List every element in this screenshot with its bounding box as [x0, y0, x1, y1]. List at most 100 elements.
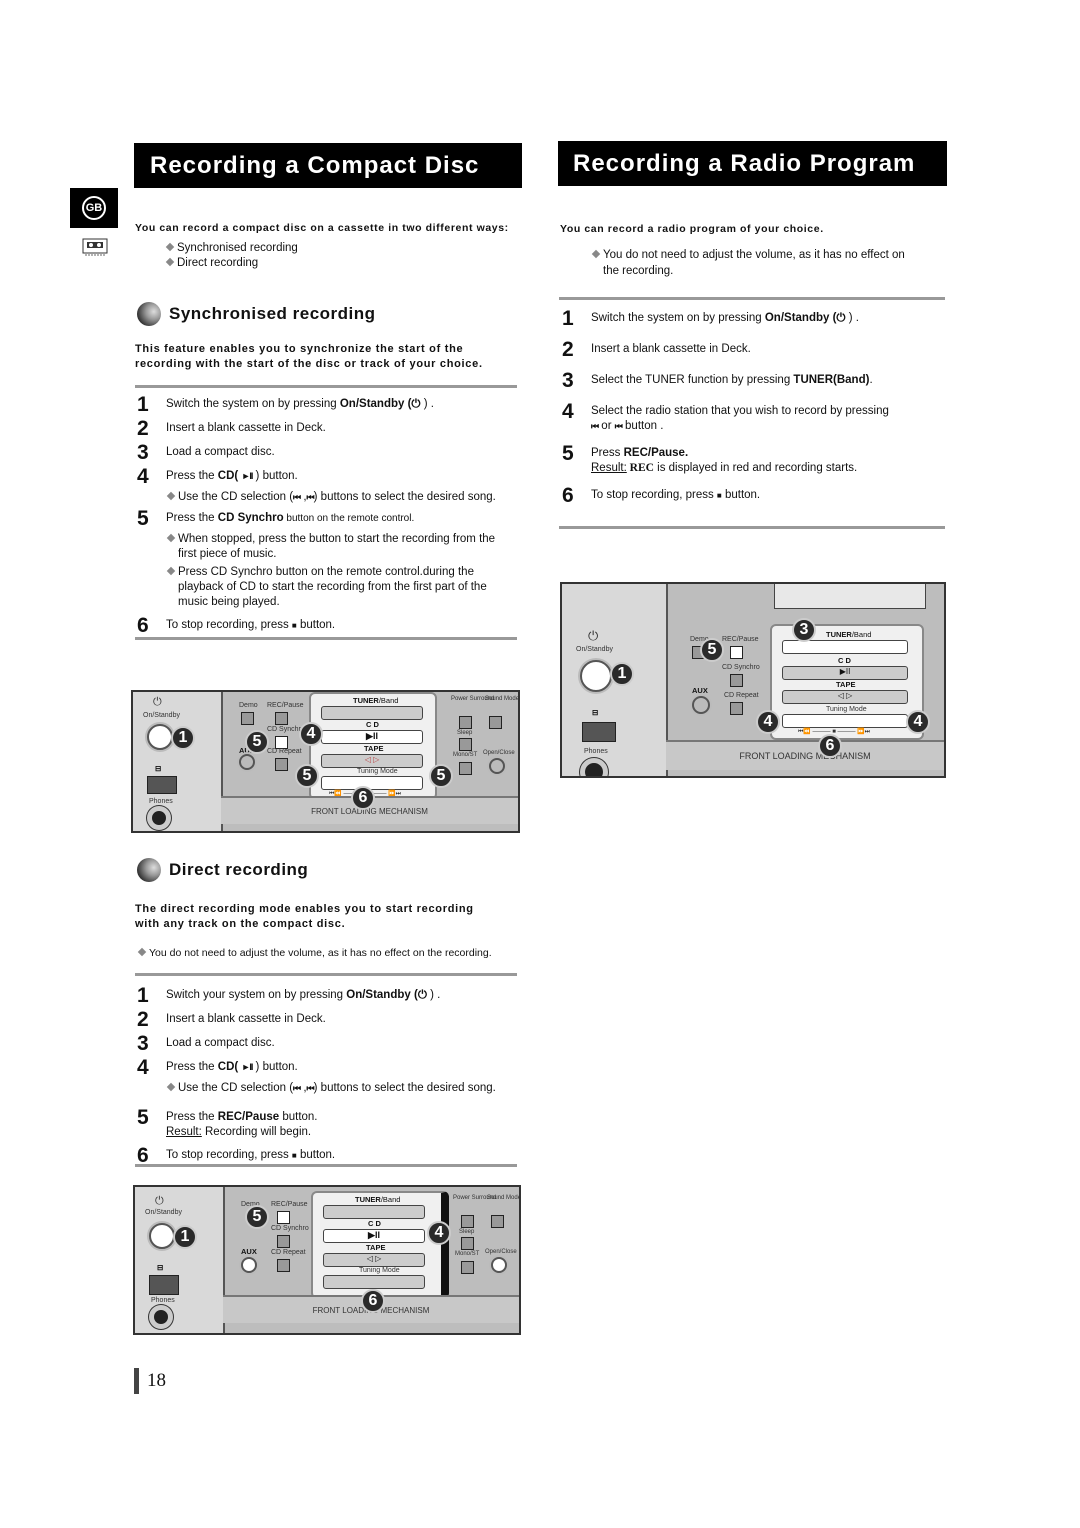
- on-standby-button[interactable]: [580, 660, 612, 692]
- cd-repeat-button[interactable]: [277, 1259, 290, 1272]
- open-close-button[interactable]: [491, 1257, 507, 1273]
- divider: [135, 385, 517, 388]
- eject-icon: ⊟: [592, 708, 599, 717]
- tape-slot[interactable]: ◁ ▷: [782, 690, 908, 704]
- step: 3 Select the TUNER function by pressing T…: [562, 369, 942, 392]
- step-text: Insert a blank cassette in Deck.: [166, 422, 326, 434]
- cd-play-slot[interactable]: ▶II: [782, 666, 908, 680]
- rec-pause-button[interactable]: [730, 646, 743, 659]
- step: 5 Press the REC/Pause button. Result: Reco…: [137, 1107, 527, 1140]
- sound-mode-button[interactable]: [489, 716, 502, 729]
- on-standby-label: On/Standby: [576, 646, 613, 653]
- cd-play-slot[interactable]: ▶II: [321, 730, 423, 744]
- phones-jack: [147, 806, 171, 830]
- cd-repeat-label: CD Repeat: [271, 1249, 306, 1256]
- power-surround-label: Power Surround: [451, 696, 495, 702]
- bullet-icon: [137, 947, 147, 957]
- text: ) .: [845, 312, 859, 324]
- aux-button[interactable]: [239, 754, 255, 770]
- tuner-slot[interactable]: [782, 640, 908, 654]
- text: ) button.: [252, 1061, 298, 1073]
- text: Use the CD selection (: [178, 1082, 294, 1094]
- step-number: 2: [562, 338, 574, 361]
- phones-label: Phones: [584, 748, 608, 755]
- step-text: Select the TUNER function by pressing TU…: [591, 371, 873, 388]
- text: ) buttons to select the desired song.: [313, 491, 496, 503]
- result-text: is displayed in red and recording starts…: [653, 462, 858, 474]
- mono-st-button[interactable]: [461, 1261, 474, 1274]
- way-item: Synchronised recording: [165, 242, 298, 254]
- tuning-slot[interactable]: [323, 1275, 425, 1289]
- callout-badge: 1: [173, 1225, 197, 1249]
- left-intro: You can record a compact disc on a casse…: [135, 222, 509, 234]
- desc-line: This feature enables you to synchronize …: [135, 343, 464, 355]
- sleep-button[interactable]: [459, 738, 472, 751]
- power-surround-button[interactable]: [461, 1215, 474, 1228]
- tuner-slot[interactable]: [321, 706, 423, 720]
- divider: [135, 973, 517, 976]
- callout-badge: 6: [361, 1289, 385, 1313]
- text: button.: [279, 1111, 318, 1123]
- rec-pause-button[interactable]: [277, 1211, 290, 1224]
- power-icon: ⏻: [588, 628, 599, 643]
- step-text: Insert a blank cassette in Deck.: [166, 1013, 326, 1025]
- callout-badge: 5: [295, 764, 319, 788]
- cd-synchro-button[interactable]: [277, 1235, 290, 1248]
- sleep-button[interactable]: [461, 1237, 474, 1250]
- on-standby-button[interactable]: [149, 1223, 175, 1249]
- tuner-band-label: TUNER/Band: [826, 630, 871, 639]
- phones-jack: [149, 1305, 173, 1329]
- text: .: [869, 374, 873, 386]
- step-number: 2: [137, 1008, 149, 1031]
- page-number-text: 18: [147, 1370, 166, 1391]
- step-number: 1: [562, 307, 574, 330]
- text: Press: [591, 447, 624, 459]
- mono-st-button[interactable]: [459, 762, 472, 775]
- step-number: 5: [137, 507, 149, 530]
- text: ) .: [420, 398, 434, 410]
- text: button.: [296, 619, 336, 631]
- cd-label: C D: [366, 720, 379, 729]
- sound-mode-button[interactable]: [491, 1215, 504, 1228]
- tape-slot[interactable]: ◁ ▷: [321, 754, 423, 768]
- power-surround-button[interactable]: [459, 716, 472, 729]
- tuner-slot[interactable]: [323, 1205, 425, 1219]
- text: TUNER: [355, 1195, 381, 1204]
- page-number-bar: [134, 1368, 139, 1394]
- step: 1 Switch the system on by pressing On/Sta…: [137, 394, 527, 415]
- phones-jack: [580, 758, 608, 776]
- demo-button[interactable]: [241, 712, 254, 725]
- skip-icon: ⏮: [614, 421, 623, 431]
- aux-button[interactable]: [692, 696, 710, 714]
- cd-repeat-label: CD Repeat: [724, 692, 759, 699]
- right-note: You do not need to adjust the volume, as…: [591, 247, 938, 279]
- phones-label: Phones: [149, 798, 173, 805]
- bullet-icon: [166, 1082, 176, 1092]
- text: When stopped, press the button to start …: [178, 533, 496, 560]
- text: To stop recording, press: [166, 619, 292, 631]
- text: ) .: [426, 989, 441, 1001]
- cd-play-slot[interactable]: ▶II: [323, 1229, 425, 1243]
- language-badge: GB: [70, 188, 118, 228]
- cd-repeat-button[interactable]: [275, 758, 288, 771]
- step-text: Load a compact disc.: [166, 446, 275, 458]
- open-close-label: Open/Close: [485, 1249, 517, 1255]
- page-number: 18: [134, 1368, 166, 1394]
- tape-slot[interactable]: ◁ ▷: [323, 1253, 425, 1267]
- divider: [559, 526, 945, 529]
- tape-label: TAPE: [364, 744, 384, 753]
- on-standby-button[interactable]: [147, 724, 173, 750]
- tuning-slot[interactable]: [321, 776, 423, 790]
- tuning-slot[interactable]: [782, 714, 908, 728]
- text: Switch the system on by pressing: [591, 312, 765, 324]
- cd-repeat-button[interactable]: [730, 702, 743, 715]
- aux-button[interactable]: [241, 1257, 257, 1273]
- right-intro: You can record a radio program of your c…: [560, 223, 824, 235]
- rec-pause-button[interactable]: [275, 712, 288, 725]
- sync-steps: 1 Switch the system on by pressing On/Sta…: [137, 394, 527, 636]
- cd-synchro-button[interactable]: [730, 674, 743, 687]
- step-number: 6: [562, 484, 574, 507]
- step-number: 3: [562, 369, 574, 392]
- step: 5 Press REC/Pause. Result: REC is displaye…: [562, 443, 942, 476]
- open-close-button[interactable]: [489, 758, 505, 774]
